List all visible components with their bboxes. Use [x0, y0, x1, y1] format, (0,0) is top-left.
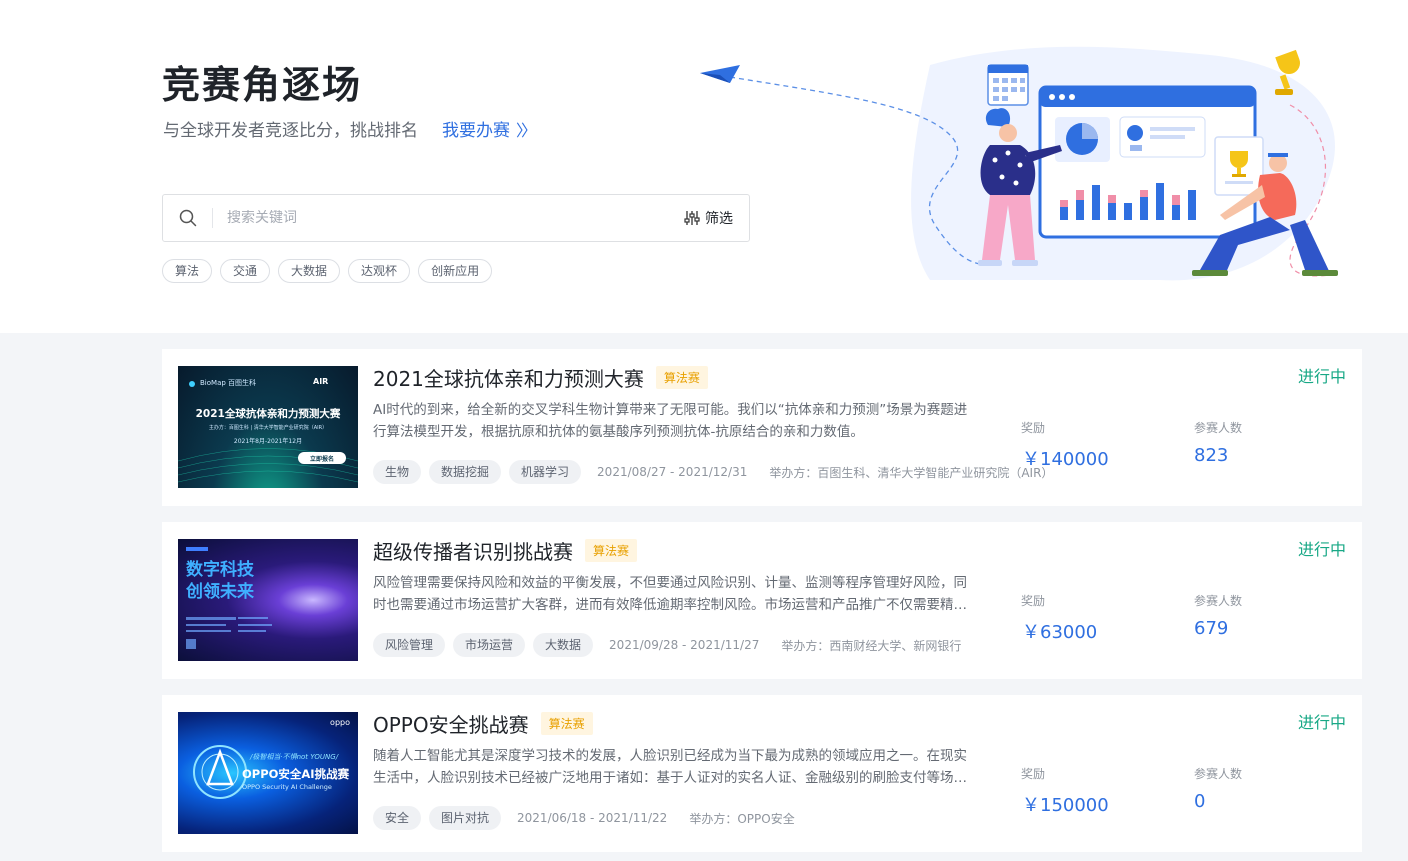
competition-card[interactable]: BioMap 百图生科 AIR 2021全球抗体亲和力预测大赛 主办方：百图生科…	[162, 349, 1362, 506]
hot-tags: 算法 交通 大数据 达观杯 创新应用	[162, 259, 500, 283]
prize-label: 奖励	[1021, 421, 1046, 435]
participants-label: 参赛人数	[1194, 421, 1243, 435]
competition-type-badge: 算法赛	[540, 712, 593, 735]
prize-value: ￥150000	[1022, 795, 1109, 816]
prize-label: 奖励	[1021, 594, 1046, 608]
hero-illustration	[700, 46, 1338, 281]
prize-label: 奖励	[1021, 767, 1046, 781]
competition-title[interactable]: 超级传播者识别挑战赛	[373, 536, 573, 565]
competition-organizer: 举办方：西南财经大学、新网银行	[781, 638, 962, 653]
search-bar: 筛选	[162, 194, 750, 242]
participants-value: 823	[1194, 445, 1229, 466]
competition-status: 进行中	[1297, 713, 1346, 732]
page-title: 竞赛角逐场	[162, 63, 363, 107]
thumbnail-signup-button: 立即报名	[309, 456, 334, 463]
competition-type-badge: 算法赛	[655, 366, 708, 389]
competition-tag[interactable]: 大数据	[533, 633, 594, 657]
paper-plane-icon	[700, 65, 740, 83]
thumbnail-headline-2: 创领未来	[186, 582, 254, 602]
participants-value: 679	[1194, 618, 1229, 639]
thumbnail-brand: oppo	[330, 718, 350, 727]
competition-tag[interactable]: 安全	[373, 806, 422, 830]
thumbnail-host-line: 主办方：百图生科 | 清华大学智能产业研究院（AIR）	[208, 425, 328, 431]
thumbnail-headline: 2021全球抗体亲和力预测大赛	[195, 408, 341, 420]
competition-dates: 2021/08/27 - 2021/12/31	[597, 465, 748, 479]
thumbnail-logo-left: BioMap 百图生科	[200, 379, 257, 387]
host-competition-label: 我要办赛	[442, 121, 510, 141]
hot-tag[interactable]: 创新应用	[418, 259, 493, 283]
competition-dates: 2021/06/18 - 2021/11/22	[517, 811, 668, 825]
hot-tag[interactable]: 算法	[162, 259, 213, 283]
thumbnail-date-line: 2021年8月-2021年12月	[233, 438, 303, 445]
competition-organizer: 举办方：百图生科、清华大学智能产业研究院（AIR）	[769, 465, 1054, 480]
participants-label: 参赛人数	[1194, 767, 1243, 781]
competition-title[interactable]: OPPO安全挑战赛	[373, 709, 529, 738]
competition-description: 风险管理需要保持风险和效益的平衡发展，不但要通过风险识别、计量、监测等程序管理好…	[373, 575, 967, 613]
competition-description: AI时代的到来，给全新的交叉学科生物计算带来了无限可能。我们以“抗体亲和力预测”…	[373, 402, 968, 440]
hot-tag[interactable]: 大数据	[278, 259, 341, 283]
search-icon[interactable]	[163, 208, 213, 228]
competition-tag[interactable]: 机器学习	[509, 460, 582, 484]
participants-label: 参赛人数	[1194, 594, 1243, 608]
thumbnail-subtitle: OPPO Security AI Challenge	[242, 783, 332, 791]
competition-thumbnail[interactable]: BioMap 百图生科 AIR 2021全球抗体亲和力预测大赛 主办方：百图生科…	[178, 366, 358, 488]
competition-status: 进行中	[1297, 540, 1346, 559]
competition-thumbnail[interactable]: 数字科技 创领未来	[178, 539, 358, 661]
host-competition-link[interactable]: 我要办赛 〉〉	[442, 116, 537, 142]
competition-tag[interactable]: 市场运营	[453, 633, 526, 657]
competition-organizer: 举办方：OPPO安全	[689, 811, 795, 826]
competition-status: 进行中	[1297, 367, 1346, 386]
competition-description: 随着人工智能尤其是深度学习技术的发展，人脸识别已经成为当下最为成熟的领域应用之一…	[373, 748, 967, 786]
participants-value: 0	[1194, 791, 1206, 812]
hot-tag[interactable]: 交通	[220, 259, 271, 283]
competition-dates: 2021/09/28 - 2021/11/27	[609, 638, 760, 652]
competition-type-badge: 算法赛	[585, 539, 638, 562]
page-subtitle-row: 与全球开发者竞逐比分，挑战排名 我要办赛 〉〉	[163, 116, 537, 142]
competition-title[interactable]: 2021全球抗体亲和力预测大赛	[373, 363, 644, 392]
thumbnail-slogan: /极智相当·不惧not YOUNG/	[250, 753, 339, 761]
prize-value: ￥63000	[1022, 622, 1098, 643]
page-subtitle: 与全球开发者竞逐比分，挑战排名	[163, 121, 418, 141]
hero-section: 竞赛角逐场 与全球开发者竞逐比分，挑战排名 我要办赛 〉〉 筛选 算法 交通 大…	[0, 0, 1408, 333]
search-input[interactable]	[227, 210, 684, 226]
thumbnail-headline: OPPO安全AI挑战赛	[242, 767, 350, 781]
hot-tag[interactable]: 达观杯	[348, 259, 411, 283]
prize-value: ￥140000	[1022, 449, 1109, 470]
competition-tag[interactable]: 生物	[373, 460, 422, 484]
double-chevron-right-icon: 〉〉	[516, 120, 537, 140]
competition-tag[interactable]: 数据挖掘	[429, 460, 502, 484]
competition-card[interactable]: 数字科技 创领未来 超级传播者识别挑战赛 算法赛 风险管理需要保持风险和效益的平…	[162, 522, 1362, 679]
thumbnail-logo-right: AIR	[313, 377, 329, 386]
competition-card[interactable]: oppo /极智相当·不惧not YOUNG/ OPPO安全AI挑战赛 OPPO…	[162, 695, 1362, 852]
competition-tag[interactable]: 图片对抗	[429, 806, 502, 830]
competition-thumbnail[interactable]: oppo /极智相当·不惧not YOUNG/ OPPO安全AI挑战赛 OPPO…	[178, 712, 358, 834]
competition-tag[interactable]: 风险管理	[373, 633, 446, 657]
